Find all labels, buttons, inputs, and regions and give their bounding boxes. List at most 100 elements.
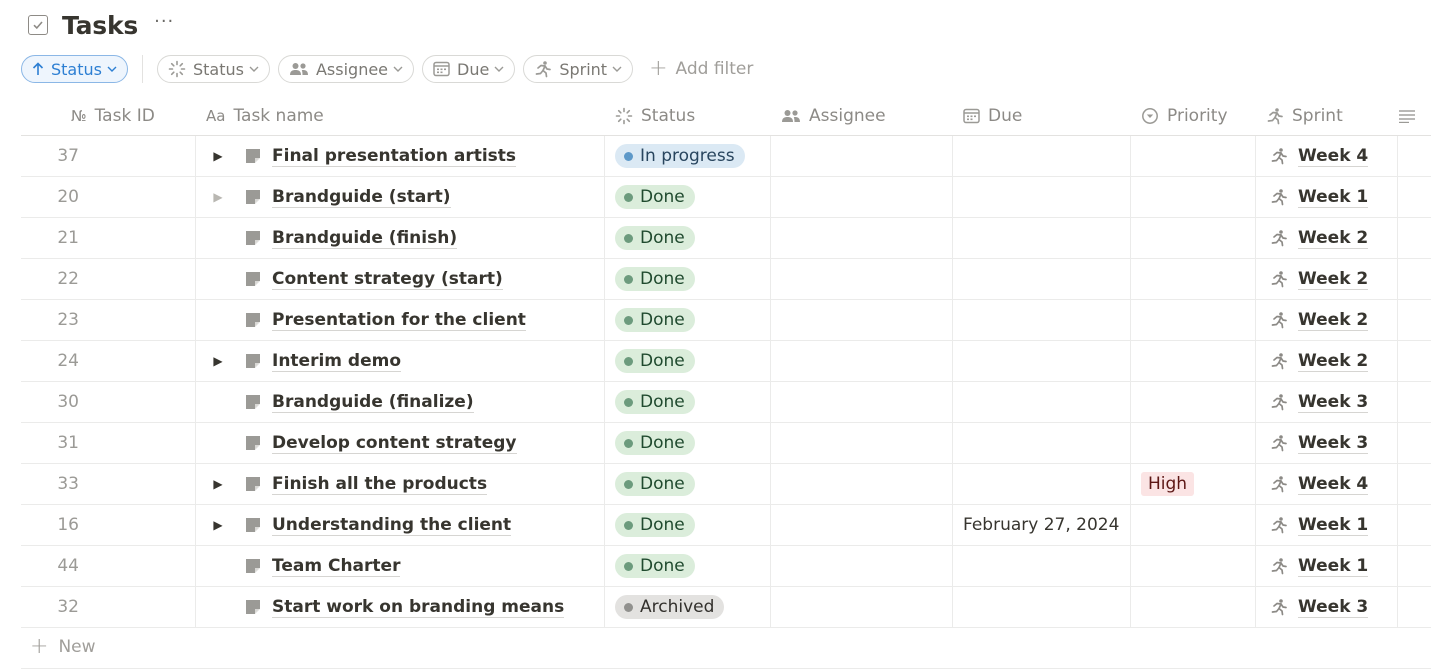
column-header-sprint[interactable]: Sprint — [1256, 96, 1398, 135]
task-name-cell[interactable]: Content strategy (start) — [196, 259, 605, 299]
sprint-link[interactable]: Week 2 — [1298, 228, 1369, 249]
table-row[interactable]: 37 ▶ Final presentation artists In progr… — [21, 136, 1431, 177]
assignee-cell[interactable] — [771, 505, 953, 545]
task-id-cell[interactable]: 37 — [21, 136, 196, 176]
due-filter-chip[interactable]: Due — [422, 55, 516, 83]
sprint-link[interactable]: Week 1 — [1298, 187, 1369, 208]
more-options-button[interactable]: ··· — [154, 13, 174, 37]
sprint-link[interactable]: Week 2 — [1298, 351, 1369, 372]
task-name-cell[interactable]: Brandguide (finalize) — [196, 382, 605, 422]
priority-cell[interactable] — [1131, 505, 1256, 545]
expand-toggle-icon[interactable]: ▶ — [210, 149, 226, 163]
assignee-cell[interactable] — [771, 341, 953, 381]
task-id-cell[interactable]: 22 — [21, 259, 196, 299]
task-name-link[interactable]: Brandguide (finalize) — [272, 392, 474, 413]
table-row[interactable]: 32 Start work on branding means Archived… — [21, 587, 1431, 628]
sprint-cell[interactable]: Week 2 — [1256, 341, 1398, 381]
due-cell[interactable] — [953, 382, 1131, 422]
sprint-cell[interactable]: Week 1 — [1256, 505, 1398, 545]
sprint-link[interactable]: Week 1 — [1298, 556, 1369, 577]
task-name-cell[interactable]: Presentation for the client — [196, 300, 605, 340]
task-name-cell[interactable]: ▶ Brandguide (start) — [196, 177, 605, 217]
task-id-cell[interactable]: 21 — [21, 218, 196, 258]
assignee-cell[interactable] — [771, 587, 953, 627]
assignee-cell[interactable] — [771, 177, 953, 217]
table-row[interactable]: 24 ▶ Interim demo Done Week 2 — [21, 341, 1431, 382]
task-name-cell[interactable]: Team Charter — [196, 546, 605, 586]
priority-cell[interactable] — [1131, 136, 1256, 176]
expand-toggle-icon[interactable]: ▶ — [210, 477, 226, 491]
assignee-filter-chip[interactable]: Assignee — [277, 55, 415, 83]
priority-cell[interactable] — [1131, 382, 1256, 422]
task-name-link[interactable]: Presentation for the client — [272, 310, 526, 331]
table-row[interactable]: 31 Develop content strategy Done Week 3 — [21, 423, 1431, 464]
task-name-link[interactable]: Team Charter — [272, 556, 401, 577]
due-cell[interactable] — [953, 464, 1131, 504]
sprint-cell[interactable]: Week 4 — [1256, 136, 1398, 176]
task-id-cell[interactable]: 24 — [21, 341, 196, 381]
status-filter-chip[interactable]: Status — [156, 55, 270, 83]
sprint-cell[interactable]: Week 3 — [1256, 382, 1398, 422]
column-header-status[interactable]: Status — [605, 96, 771, 135]
status-cell[interactable]: Done — [605, 423, 771, 463]
assignee-cell[interactable] — [771, 423, 953, 463]
task-name-link[interactable]: Start work on branding means — [272, 597, 565, 618]
task-name-link[interactable]: Final presentation artists — [272, 146, 517, 167]
priority-cell[interactable] — [1131, 587, 1256, 627]
status-cell[interactable]: Done — [605, 300, 771, 340]
task-id-cell[interactable]: 20 — [21, 177, 196, 217]
assignee-cell[interactable] — [771, 464, 953, 504]
task-id-cell[interactable]: 16 — [21, 505, 196, 545]
column-header-task-id[interactable]: № Task ID — [21, 96, 196, 135]
sprint-link[interactable]: Week 3 — [1298, 392, 1369, 413]
status-cell[interactable]: Done — [605, 546, 771, 586]
status-cell[interactable]: Done — [605, 382, 771, 422]
due-cell[interactable] — [953, 177, 1131, 217]
priority-cell[interactable] — [1131, 218, 1256, 258]
due-cell[interactable] — [953, 300, 1131, 340]
sprint-link[interactable]: Week 4 — [1298, 146, 1369, 167]
due-cell[interactable] — [953, 341, 1131, 381]
status-cell[interactable]: Done — [605, 218, 771, 258]
assignee-cell[interactable] — [771, 259, 953, 299]
column-header-priority[interactable]: Priority — [1131, 96, 1256, 135]
sprint-cell[interactable]: Week 2 — [1256, 218, 1398, 258]
task-name-cell[interactable]: ▶ Understanding the client — [196, 505, 605, 545]
table-row[interactable]: 16 ▶ Understanding the client Done Febru… — [21, 505, 1431, 546]
expand-toggle-icon[interactable]: ▶ — [210, 354, 226, 368]
due-cell[interactable] — [953, 423, 1131, 463]
task-name-cell[interactable]: Start work on branding means — [196, 587, 605, 627]
status-cell[interactable]: Done — [605, 259, 771, 299]
priority-cell[interactable] — [1131, 341, 1256, 381]
table-row[interactable]: 22 Content strategy (start) Done Week 2 — [21, 259, 1431, 300]
task-id-cell[interactable]: 23 — [21, 300, 196, 340]
task-name-cell[interactable]: Develop content strategy — [196, 423, 605, 463]
due-cell[interactable] — [953, 218, 1131, 258]
status-cell[interactable]: Done — [605, 177, 771, 217]
assignee-cell[interactable] — [771, 218, 953, 258]
due-cell[interactable] — [953, 587, 1131, 627]
due-cell[interactable] — [953, 259, 1131, 299]
status-cell[interactable]: In progress — [605, 136, 771, 176]
due-cell[interactable] — [953, 546, 1131, 586]
task-name-link[interactable]: Develop content strategy — [272, 433, 517, 454]
table-row[interactable]: 23 Presentation for the client Done Week… — [21, 300, 1431, 341]
task-name-link[interactable]: Brandguide (start) — [272, 187, 451, 208]
priority-cell[interactable] — [1131, 546, 1256, 586]
sprint-link[interactable]: Week 2 — [1298, 269, 1369, 290]
sprint-cell[interactable]: Week 1 — [1256, 546, 1398, 586]
sprint-cell[interactable]: Week 2 — [1256, 259, 1398, 299]
task-name-link[interactable]: Finish all the products — [272, 474, 488, 495]
due-cell[interactable]: February 27, 2024 — [953, 505, 1131, 545]
task-id-cell[interactable]: 31 — [21, 423, 196, 463]
expand-toggle-icon[interactable]: ▶ — [210, 518, 226, 532]
assignee-cell[interactable] — [771, 136, 953, 176]
add-filter-button[interactable]: + Add filter — [649, 58, 753, 80]
new-row-button[interactable]: + New — [30, 636, 96, 658]
expand-toggle-icon[interactable]: ▶ — [210, 190, 226, 204]
sprint-link[interactable]: Week 4 — [1298, 474, 1369, 495]
assignee-cell[interactable] — [771, 382, 953, 422]
table-row[interactable]: 33 ▶ Finish all the products Done High W… — [21, 464, 1431, 505]
assignee-cell[interactable] — [771, 300, 953, 340]
task-name-link[interactable]: Understanding the client — [272, 515, 512, 536]
